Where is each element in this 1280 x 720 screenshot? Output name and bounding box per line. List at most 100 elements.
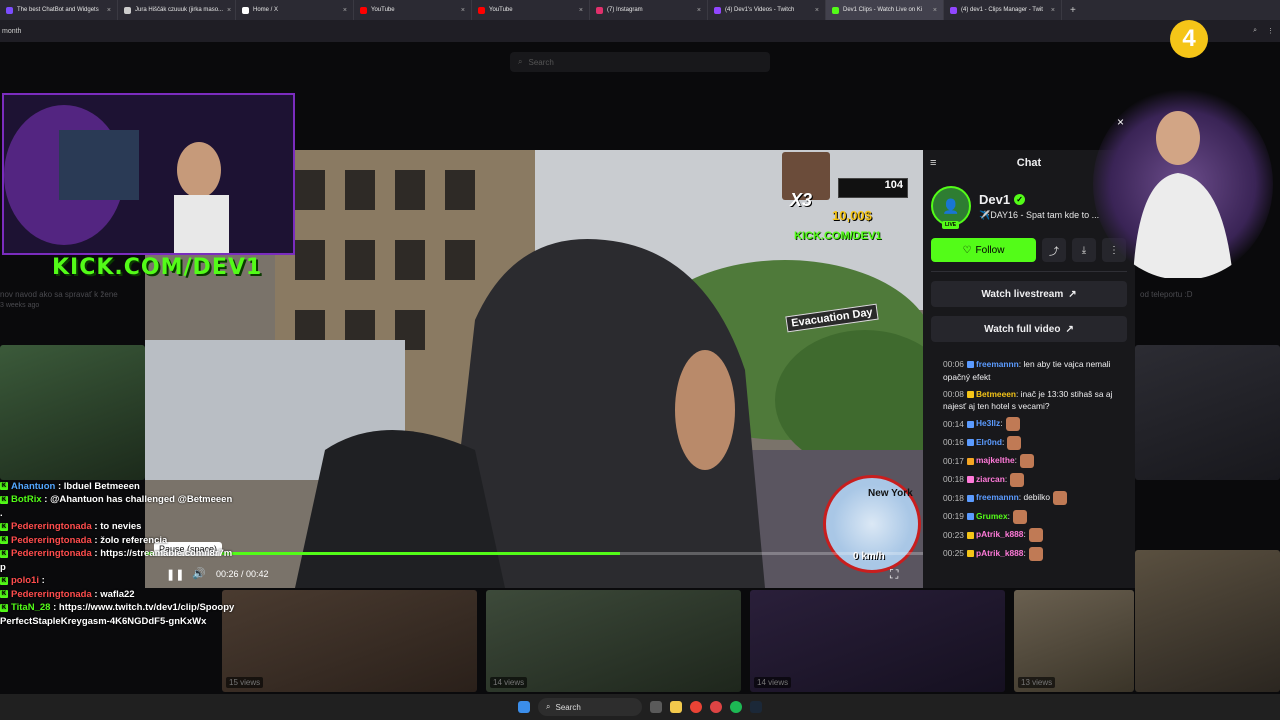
- message-username[interactable]: freemannn: [976, 493, 1019, 503]
- overlay-username: Pedereringtonada: [11, 548, 92, 560]
- browser-tab[interactable]: The best ChatBot and Widgets ×: [0, 0, 118, 20]
- taskbar-search[interactable]: ⌕ Search: [538, 698, 642, 716]
- message-username[interactable]: majkelthe: [976, 456, 1015, 466]
- browser-tab[interactable]: Dev1 Clips - Watch Live on Ki ×: [826, 0, 944, 20]
- close-tab-icon[interactable]: ×: [107, 7, 111, 14]
- clip-tile[interactable]: [0, 345, 145, 480]
- browser-tab[interactable]: (4) dev1 - Clips Manager - Twit ×: [944, 0, 1062, 20]
- kick-icon: K: [0, 495, 8, 504]
- streamer-avatar[interactable]: 👤 LIVE: [931, 186, 971, 229]
- browser-tab[interactable]: (7) Instagram ×: [590, 0, 708, 20]
- chat-title: Chat: [1016, 157, 1042, 169]
- emote-icon: [1012, 509, 1027, 524]
- channel-logo: 4: [1170, 20, 1208, 58]
- clip-title[interactable]: od teleportu :D: [1140, 290, 1192, 299]
- download-button[interactable]: ⤓: [1072, 238, 1096, 262]
- app-icon[interactable]: [710, 701, 722, 713]
- message-text: :: [1023, 529, 1026, 540]
- message-username[interactable]: freemannn: [976, 359, 1019, 369]
- search-icon: ⌕: [546, 702, 551, 711]
- badge-icon: [966, 550, 974, 558]
- browser-tab[interactable]: Jura Hiščák czuuuk (jirka maso... ×: [118, 0, 236, 20]
- kick-icon: K: [0, 603, 8, 612]
- search-icon[interactable]: ⌕: [1253, 27, 1257, 35]
- message-username[interactable]: pAtrik_k888: [976, 530, 1024, 540]
- emote-icon: [1005, 417, 1020, 432]
- close-tab-icon[interactable]: ×: [933, 7, 937, 14]
- close-tab-icon[interactable]: ×: [579, 7, 583, 14]
- close-tab-icon[interactable]: ×: [461, 7, 465, 14]
- new-tab-icon[interactable]: +: [1062, 5, 1084, 16]
- separator: :: [91, 548, 101, 560]
- close-tab-icon[interactable]: ×: [815, 7, 819, 14]
- menu-icon[interactable]: ⋮: [1267, 27, 1274, 35]
- message-timestamp: 00:18: [943, 474, 964, 485]
- message-timestamp: 00:17: [943, 455, 964, 466]
- avatar-icon: 👤: [942, 197, 960, 214]
- spotify-icon[interactable]: [730, 701, 742, 713]
- message-username[interactable]: Betmeeen: [976, 389, 1016, 399]
- message-username[interactable]: pAtrik_k888: [976, 548, 1024, 558]
- clip-tile[interactable]: [1135, 550, 1280, 692]
- watch-livestream-button[interactable]: Watch livestream ↗: [931, 281, 1127, 307]
- message-username[interactable]: Elr0nd: [976, 437, 1002, 447]
- webcam-frame: [4, 95, 293, 253]
- tab-label: Home / X: [253, 7, 279, 13]
- tab-favicon: [242, 6, 249, 14]
- external-link-icon: ↗: [1068, 288, 1077, 300]
- view-count: 15 views: [226, 677, 264, 688]
- separator: :: [55, 481, 64, 492]
- browser-tab[interactable]: YouTube ×: [354, 0, 472, 20]
- message-text: :: [1014, 455, 1017, 466]
- message-text: :: [1023, 548, 1026, 559]
- windows-taskbar: ⌕ Search: [0, 694, 1280, 720]
- kick-icon: K: [0, 590, 8, 599]
- task-view-icon[interactable]: [650, 701, 662, 713]
- browser-tab[interactable]: YouTube ×: [472, 0, 590, 20]
- chat-messages: 00:06 freemannn: len aby tie vajca nemali…: [923, 342, 1135, 561]
- browser-tab[interactable]: Home / X ×: [236, 0, 354, 20]
- video-progress-bar[interactable]: [145, 552, 923, 555]
- search-icon: ⌕: [518, 57, 523, 66]
- hud-city: New York: [868, 488, 913, 499]
- emote-icon: [1019, 454, 1034, 469]
- search-placeholder: Search: [528, 57, 554, 67]
- clip-tile[interactable]: [1135, 345, 1280, 480]
- overlay-text: wafla22: [100, 588, 135, 600]
- file-explorer-icon[interactable]: [670, 701, 682, 713]
- overlay-text: žolo referencia: [100, 534, 168, 546]
- message-timestamp: 00:14: [943, 418, 964, 429]
- clip-title[interactable]: nov navod ako sa spravať k žene: [0, 290, 118, 299]
- message-username[interactable]: ziarcan: [976, 474, 1005, 484]
- close-tab-icon[interactable]: ×: [227, 7, 231, 14]
- message-timestamp: 00:18: [943, 492, 964, 503]
- message-username[interactable]: Grumex: [976, 511, 1008, 521]
- tab-label: Jura Hiščák czuuuk (jirka maso...: [135, 7, 224, 13]
- search-input[interactable]: ⌕ Search: [510, 52, 770, 72]
- address-bar[interactable]: month ⌕ ⋮: [0, 20, 1280, 42]
- watch-livestream-label: Watch livestream: [981, 288, 1064, 300]
- separator: :: [91, 588, 101, 600]
- collapse-chat-icon[interactable]: ≡: [930, 157, 936, 169]
- follow-button[interactable]: ♡ Follow: [931, 238, 1036, 262]
- message-text: :: [1007, 511, 1010, 522]
- close-icon[interactable]: ×: [1117, 115, 1124, 129]
- close-tab-icon[interactable]: ×: [1051, 7, 1055, 14]
- streamer-name[interactable]: Dev1: [979, 192, 1010, 207]
- browser-tab[interactable]: (4) Dev1's Videos - Twitch ×: [708, 0, 826, 20]
- overlay-chat-message: K Pedereringtonada : wafla22: [0, 588, 235, 601]
- watch-full-video-button[interactable]: Watch full video ↗: [931, 316, 1127, 342]
- close-tab-icon[interactable]: ×: [697, 7, 701, 14]
- fullscreen-icon[interactable]: ⛶: [890, 567, 898, 582]
- heart-icon: ♡: [962, 244, 972, 256]
- start-icon[interactable]: [518, 701, 530, 713]
- message-username[interactable]: He3llz: [976, 419, 1000, 429]
- share-button[interactable]: ⤴: [1042, 238, 1066, 262]
- hud-multiplier: X3: [790, 190, 813, 210]
- badge-icon: [966, 361, 974, 369]
- overlay-username: BotRix: [11, 494, 42, 506]
- close-tab-icon[interactable]: ×: [343, 7, 347, 14]
- steam-icon[interactable]: [750, 701, 762, 713]
- chrome-icon[interactable]: [690, 701, 702, 713]
- tab-label: (4) dev1 - Clips Manager - Twit: [961, 7, 1043, 13]
